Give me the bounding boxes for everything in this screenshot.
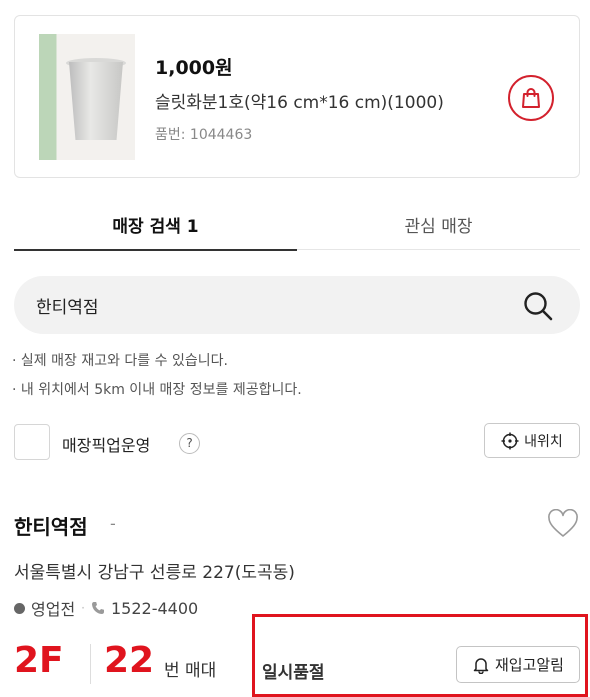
tab-store-search[interactable]: 매장 검색 1 bbox=[14, 205, 297, 251]
aisle-label: 번 매대 bbox=[164, 661, 217, 681]
status-dot-icon bbox=[14, 602, 25, 614]
notice-stock: · 실제 매장 재고와 다를 수 있습니다. bbox=[12, 353, 228, 369]
store-floor: 2F bbox=[14, 640, 64, 681]
bell-icon bbox=[473, 657, 489, 674]
restock-alert-button[interactable]: 재입고알림 bbox=[456, 646, 580, 683]
bullet-icon: · bbox=[12, 353, 21, 369]
pickup-checkbox[interactable] bbox=[14, 424, 50, 460]
heart-icon[interactable] bbox=[547, 509, 579, 539]
store-phone[interactable]: 1522-4400 bbox=[111, 599, 198, 618]
store-name[interactable]: 한티역점 bbox=[14, 511, 88, 540]
tab-favorite-stores[interactable]: 관심 매장 bbox=[297, 205, 580, 250]
add-to-cart-button[interactable] bbox=[508, 75, 554, 121]
my-location-label: 내위치 bbox=[524, 433, 563, 450]
pickup-label: 매장픽업운영 bbox=[62, 436, 151, 455]
crosshair-icon bbox=[501, 432, 519, 449]
search-input[interactable] bbox=[36, 276, 506, 334]
store-status: 영업전 bbox=[31, 600, 76, 619]
store-search-bar bbox=[14, 276, 580, 334]
product-price: 1,000원 bbox=[155, 57, 233, 79]
shopping-bag-icon bbox=[522, 88, 540, 108]
store-tabs: 매장 검색 1 관심 매장 bbox=[14, 205, 580, 251]
store-distance: - bbox=[110, 514, 116, 533]
help-icon[interactable]: ? bbox=[179, 433, 200, 454]
stock-status: 일시품절 bbox=[262, 663, 325, 683]
my-location-button[interactable]: 내위치 bbox=[484, 423, 580, 458]
store-address: 서울특별시 강남구 선릉로 227(도곡동) bbox=[14, 563, 295, 583]
phone-icon bbox=[92, 602, 104, 614]
divider bbox=[90, 644, 91, 684]
store-status-row: 영업전 · 1522-4400 bbox=[14, 596, 198, 620]
search-icon[interactable] bbox=[522, 290, 554, 322]
product-code: 품번: 1044463 bbox=[155, 127, 253, 143]
aisle-number: 22 bbox=[104, 640, 155, 681]
product-image bbox=[39, 34, 135, 160]
restock-alert-label: 재입고알림 bbox=[494, 656, 564, 674]
bullet-icon: · bbox=[12, 382, 21, 398]
product-name: 슬릿화분1호(약16 cm*16 cm)(1000) bbox=[155, 93, 444, 113]
separator-icon: · bbox=[81, 601, 85, 615]
notice-distance: · 내 위치에서 5km 이내 매장 정보를 제공합니다. bbox=[12, 382, 302, 398]
product-card: 1,000원 슬릿화분1호(약16 cm*16 cm)(1000) 품번: 10… bbox=[14, 15, 580, 178]
